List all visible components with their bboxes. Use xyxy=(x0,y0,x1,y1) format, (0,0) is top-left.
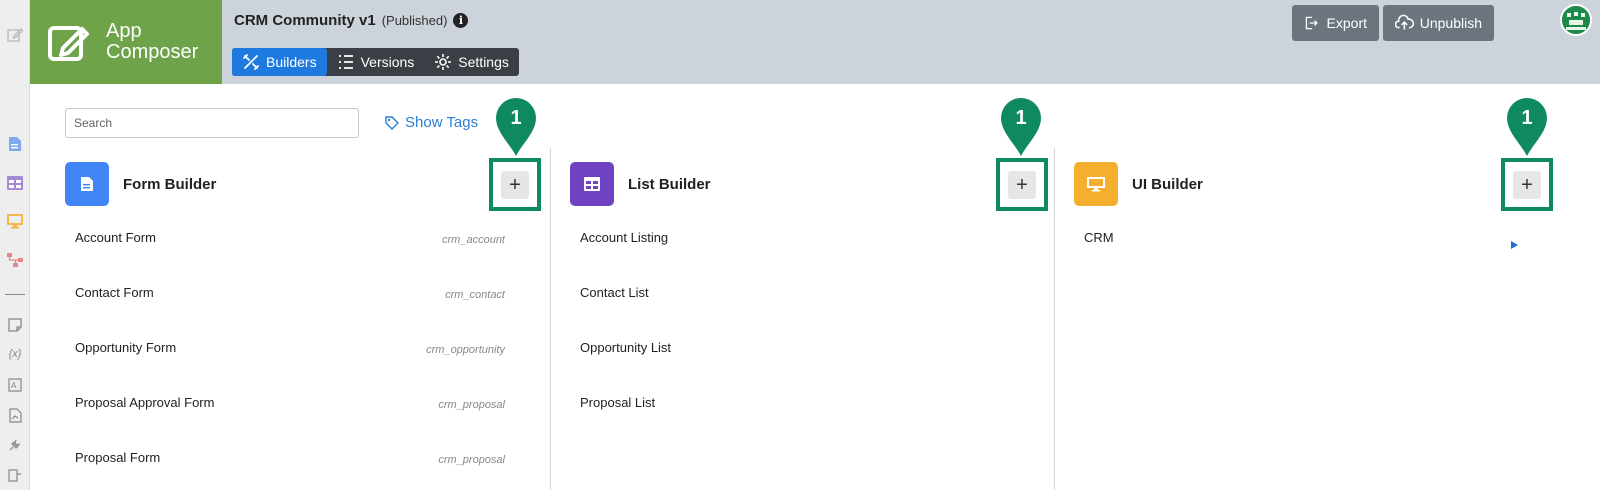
report-icon[interactable] xyxy=(6,406,24,424)
list-icon xyxy=(338,55,353,69)
list-item[interactable]: Contact Form crm_contact xyxy=(75,285,505,305)
list-builder-header: List Builder xyxy=(570,162,711,206)
step-marker-pin: 1 xyxy=(496,98,536,156)
list-item[interactable]: Opportunity List xyxy=(580,340,1000,360)
builder-tabs: Builders Versions Settings xyxy=(232,48,519,76)
list-item[interactable]: CRM xyxy=(1084,230,1504,250)
add-ui-button[interactable]: + xyxy=(1513,170,1541,199)
item-tag: crm_proposal xyxy=(438,454,505,466)
gear-icon xyxy=(435,54,452,70)
plug-icon[interactable] xyxy=(6,436,24,454)
tab-settings[interactable]: Settings xyxy=(424,48,519,76)
app-title: CRM Community v1 (Published) i xyxy=(234,12,469,29)
add-list-highlight: + xyxy=(996,158,1048,211)
list-icon[interactable] xyxy=(6,174,24,192)
form-builder-title: Form Builder xyxy=(123,175,217,193)
list-builder-title: List Builder xyxy=(628,175,711,193)
item-tag: crm_contact xyxy=(445,289,505,301)
tag-icon xyxy=(385,115,399,130)
info-icon[interactable]: i xyxy=(453,13,469,28)
list-item[interactable]: Account Form crm_account xyxy=(75,230,505,250)
expand-arrow-icon[interactable] xyxy=(1511,241,1518,249)
list-item[interactable]: Opportunity Form crm_opportunity xyxy=(75,340,505,360)
svg-text:A: A xyxy=(11,381,17,390)
tab-versions[interactable]: Versions xyxy=(327,48,425,76)
workflow-icon[interactable] xyxy=(6,251,24,269)
translate-icon[interactable]: A xyxy=(6,376,24,394)
export-button[interactable]: Export xyxy=(1292,5,1379,41)
add-form-highlight: + xyxy=(489,158,541,211)
item-tag: crm_account xyxy=(442,234,505,246)
form-builder-icon xyxy=(65,162,109,206)
app-name: CRM Community v1 xyxy=(234,12,376,29)
publish-status: (Published) xyxy=(381,13,448,28)
list-builder-icon xyxy=(570,162,614,206)
item-tag: crm_opportunity xyxy=(426,344,505,356)
top-header: App Composer CRM Community v1 (Published… xyxy=(30,0,1600,84)
step-marker-pin: 1 xyxy=(1507,98,1547,156)
form-icon[interactable] xyxy=(6,135,24,153)
edit-icon[interactable] xyxy=(6,26,24,44)
list-builder-column: List Builder + Account Listing Contact L… xyxy=(550,148,1054,490)
note-icon[interactable] xyxy=(6,316,24,334)
form-builder-header: Form Builder xyxy=(65,162,216,206)
item-tag: crm_proposal xyxy=(438,399,505,411)
form-builder-column: Form Builder + Account Form crm_account … xyxy=(30,148,550,490)
left-rail: {x} A xyxy=(0,0,30,490)
ui-builder-icon xyxy=(1074,162,1118,206)
search-input[interactable] xyxy=(65,108,359,138)
app-composer-brand[interactable]: App Composer xyxy=(30,0,222,84)
add-ui-highlight: + xyxy=(1501,158,1553,211)
list-item[interactable]: Proposal Approval Form crm_proposal xyxy=(75,395,505,415)
show-tags-link[interactable]: Show Tags xyxy=(384,114,478,131)
list-item[interactable]: Account Listing xyxy=(580,230,1000,250)
list-item[interactable]: Contact List xyxy=(580,285,1000,305)
export-icon xyxy=(1305,16,1318,30)
cloud-upload-icon xyxy=(1395,14,1414,30)
ui-builder-title: UI Builder xyxy=(1132,175,1203,193)
list-item[interactable]: Proposal List xyxy=(580,395,1000,415)
export-icon[interactable] xyxy=(6,466,24,484)
variable-icon[interactable]: {x} xyxy=(6,345,24,363)
avatar-image-icon xyxy=(1562,6,1590,34)
add-form-button[interactable]: + xyxy=(501,170,529,199)
unpublish-button[interactable]: Unpublish xyxy=(1383,5,1494,41)
ui-builder-header: UI Builder xyxy=(1074,162,1203,206)
monitor-icon[interactable] xyxy=(6,212,24,230)
tab-builders[interactable]: Builders xyxy=(232,48,327,76)
main-content: Show Tags Form Builder + Account Form cr… xyxy=(30,84,1600,490)
add-list-button[interactable]: + xyxy=(1008,170,1036,199)
tools-icon xyxy=(243,54,259,70)
brand-name: App Composer xyxy=(106,20,199,63)
app-composer-logo-icon xyxy=(48,26,89,61)
step-marker-pin: 1 xyxy=(1001,98,1041,156)
user-avatar[interactable] xyxy=(1560,4,1592,36)
rail-divider xyxy=(5,294,25,295)
list-item[interactable]: Proposal Form crm_proposal xyxy=(75,450,505,470)
ui-builder-column: UI Builder + CRM xyxy=(1054,148,1600,490)
